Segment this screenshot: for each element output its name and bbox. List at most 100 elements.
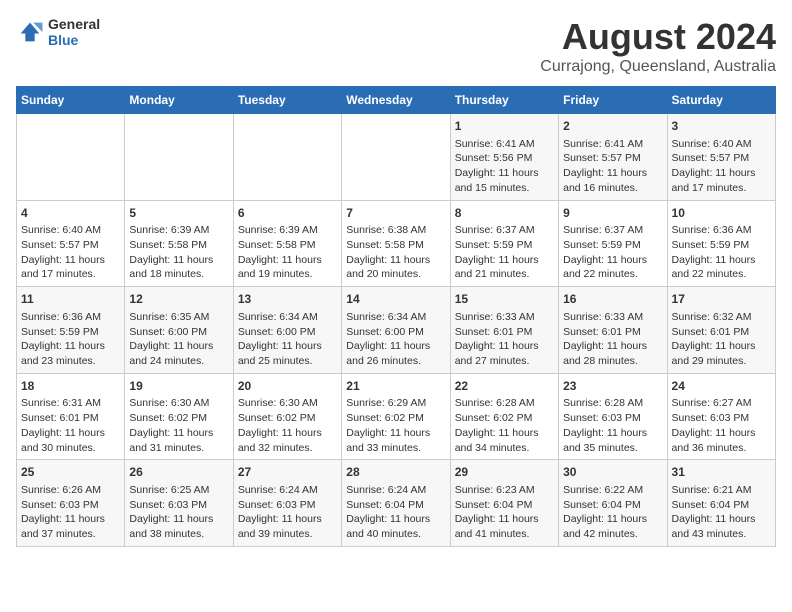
day-info: Sunset: 6:03 PM [563,411,662,426]
day-info: Sunset: 6:04 PM [563,498,662,513]
calendar-cell: 21Sunrise: 6:29 AMSunset: 6:02 PMDayligh… [342,373,450,460]
day-info: Daylight: 11 hours and 17 minutes. [672,166,771,195]
logo: General Blue [16,16,100,48]
calendar-cell: 18Sunrise: 6:31 AMSunset: 6:01 PMDayligh… [17,373,125,460]
day-info: Daylight: 11 hours and 35 minutes. [563,426,662,455]
calendar-week-3: 11Sunrise: 6:36 AMSunset: 5:59 PMDayligh… [17,287,776,374]
calendar-cell: 22Sunrise: 6:28 AMSunset: 6:02 PMDayligh… [450,373,558,460]
day-number: 24 [672,378,771,395]
day-info: Sunset: 6:00 PM [238,325,337,340]
column-header-sunday: Sunday [17,87,125,114]
calendar-cell [233,114,341,201]
day-info: Sunrise: 6:28 AM [563,396,662,411]
day-info: Daylight: 11 hours and 43 minutes. [672,512,771,541]
day-info: Sunset: 5:59 PM [563,238,662,253]
day-info: Daylight: 11 hours and 40 minutes. [346,512,445,541]
day-info: Daylight: 11 hours and 28 minutes. [563,339,662,368]
calendar-cell: 29Sunrise: 6:23 AMSunset: 6:04 PMDayligh… [450,460,558,547]
day-number: 12 [129,291,228,308]
calendar-cell: 13Sunrise: 6:34 AMSunset: 6:00 PMDayligh… [233,287,341,374]
day-info: Sunrise: 6:32 AM [672,310,771,325]
day-number: 22 [455,378,554,395]
column-header-thursday: Thursday [450,87,558,114]
day-info: Daylight: 11 hours and 16 minutes. [563,166,662,195]
calendar-cell: 25Sunrise: 6:26 AMSunset: 6:03 PMDayligh… [17,460,125,547]
day-info: Sunset: 6:01 PM [672,325,771,340]
page-subtitle: Currajong, Queensland, Australia [540,58,776,76]
column-header-monday: Monday [125,87,233,114]
calendar-table: SundayMondayTuesdayWednesdayThursdayFrid… [16,86,776,547]
day-info: Sunrise: 6:22 AM [563,483,662,498]
day-info: Sunrise: 6:39 AM [238,223,337,238]
day-info: Daylight: 11 hours and 34 minutes. [455,426,554,455]
day-info: Daylight: 11 hours and 39 minutes. [238,512,337,541]
day-info: Daylight: 11 hours and 38 minutes. [129,512,228,541]
calendar-header: SundayMondayTuesdayWednesdayThursdayFrid… [17,87,776,114]
day-info: Sunset: 5:56 PM [455,151,554,166]
day-info: Sunset: 6:03 PM [672,411,771,426]
day-info: Sunrise: 6:36 AM [672,223,771,238]
calendar-cell: 16Sunrise: 6:33 AMSunset: 6:01 PMDayligh… [559,287,667,374]
day-info: Sunrise: 6:29 AM [346,396,445,411]
column-header-wednesday: Wednesday [342,87,450,114]
day-number: 8 [455,205,554,222]
day-number: 2 [563,118,662,135]
day-info: Sunrise: 6:28 AM [455,396,554,411]
calendar-cell: 20Sunrise: 6:30 AMSunset: 6:02 PMDayligh… [233,373,341,460]
day-info: Sunrise: 6:37 AM [563,223,662,238]
logo-text: General Blue [48,16,100,48]
calendar-cell: 7Sunrise: 6:38 AMSunset: 5:58 PMDaylight… [342,200,450,287]
day-number: 9 [563,205,662,222]
calendar-cell [17,114,125,201]
page-title: August 2024 [540,16,776,58]
day-number: 16 [563,291,662,308]
day-number: 1 [455,118,554,135]
day-number: 28 [346,464,445,481]
day-info: Sunset: 5:57 PM [672,151,771,166]
day-info: Sunset: 6:02 PM [346,411,445,426]
calendar-cell: 8Sunrise: 6:37 AMSunset: 5:59 PMDaylight… [450,200,558,287]
calendar-cell: 17 Sunrise: 6:32 AMSunset: 6:01 PMDayligh… [667,287,775,374]
day-info: Daylight: 11 hours and 30 minutes. [21,426,120,455]
day-number: 21 [346,378,445,395]
day-info: Sunset: 6:01 PM [563,325,662,340]
day-number: 19 [129,378,228,395]
day-number: 17 [672,291,771,308]
day-number: 25 [21,464,120,481]
day-number: 14 [346,291,445,308]
day-number: 5 [129,205,228,222]
day-info: Daylight: 11 hours and 20 minutes. [346,253,445,282]
day-info: Sunrise: 6:25 AM [129,483,228,498]
day-info: Sunrise: 6:40 AM [21,223,120,238]
calendar-cell [342,114,450,201]
day-info: Sunrise: 6:30 AM [238,396,337,411]
column-header-saturday: Saturday [667,87,775,114]
calendar-cell: 10Sunrise: 6:36 AMSunset: 5:59 PMDayligh… [667,200,775,287]
day-info: Sunset: 6:02 PM [129,411,228,426]
day-info: Sunrise: 6:38 AM [346,223,445,238]
title-block: August 2024 Currajong, Queensland, Austr… [540,16,776,76]
day-info: Sunrise: 6:21 AM [672,483,771,498]
day-info: Daylight: 11 hours and 21 minutes. [455,253,554,282]
day-info: Daylight: 11 hours and 19 minutes. [238,253,337,282]
calendar-cell: 3Sunrise: 6:40 AMSunset: 5:57 PMDaylight… [667,114,775,201]
day-info: Sunset: 5:59 PM [672,238,771,253]
day-info: Daylight: 11 hours and 29 minutes. [672,339,771,368]
day-info: Sunset: 6:04 PM [455,498,554,513]
day-info: Sunset: 5:59 PM [21,325,120,340]
day-info: Daylight: 11 hours and 22 minutes. [672,253,771,282]
day-info: Sunset: 6:01 PM [21,411,120,426]
day-info: Sunrise: 6:34 AM [346,310,445,325]
calendar-cell: 30Sunrise: 6:22 AMSunset: 6:04 PMDayligh… [559,460,667,547]
day-info: Sunrise: 6:41 AM [455,137,554,152]
day-number: 10 [672,205,771,222]
day-info: Sunrise: 6:41 AM [563,137,662,152]
calendar-cell: 1Sunrise: 6:41 AMSunset: 5:56 PMDaylight… [450,114,558,201]
day-info: Sunrise: 6:23 AM [455,483,554,498]
day-info: Sunrise: 6:33 AM [455,310,554,325]
day-info: Sunset: 6:02 PM [238,411,337,426]
calendar-week-5: 25Sunrise: 6:26 AMSunset: 6:03 PMDayligh… [17,460,776,547]
day-info: Sunset: 6:02 PM [455,411,554,426]
day-info: Daylight: 11 hours and 32 minutes. [238,426,337,455]
day-info: Daylight: 11 hours and 27 minutes. [455,339,554,368]
